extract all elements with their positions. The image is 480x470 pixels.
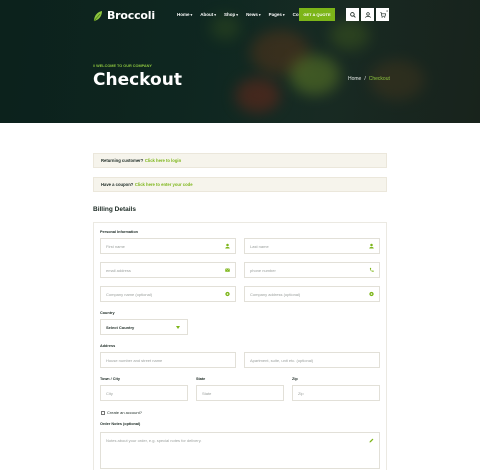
breadcrumb-current: Checkout [368,76,390,82]
personal-info-label: Personal Information [100,230,138,234]
building-icon [369,291,374,297]
nav-item-label: About [200,12,214,17]
dropdown-arrow-icon [176,326,180,329]
account-button[interactable] [361,8,374,21]
envelope-icon [225,268,230,272]
apartment-field[interactable]: Apartment, suite, unit etc. (optional) [244,352,380,368]
leaf-logo-icon [93,10,102,21]
coupon-link[interactable]: Click here to enter your code [135,182,193,187]
returning-customer-notice: Returning customer? Click here to login [93,153,387,168]
page-title: Checkout [93,70,182,90]
order-notes-placeholder: Notes about your order, e.g. special not… [106,438,202,443]
city-field[interactable]: City [100,385,188,401]
state-placeholder: State [202,390,212,396]
company-address-field[interactable]: Company address (optional) [244,286,380,302]
login-link[interactable]: Click here to login [145,158,181,163]
last-name-field[interactable]: Last name [244,238,380,254]
breadcrumb-home-link[interactable]: Home [348,76,361,82]
email-placeholder: email address [106,267,131,273]
zip-label: Zip [292,377,298,381]
street-address-placeholder: House number and street name [106,357,163,363]
zip-field[interactable]: Zip [292,385,380,401]
nav-item-about[interactable]: About ▾ [200,12,216,17]
company-name-placeholder: Company name (optional) [106,291,153,297]
user-icon [369,243,374,249]
first-name-field[interactable]: First name [100,238,236,254]
chevron-down-icon: ▾ [258,12,261,17]
phone-field[interactable]: phone number [244,262,380,278]
order-notes-label: Order Notes (optional) [100,422,141,426]
cart-count-badge: 0 [386,9,388,13]
country-label: Country [100,311,115,315]
state-label: State [196,377,206,381]
logo-text: Broccoli [107,9,155,22]
notice-question: Returning customer? [101,158,144,163]
hero-banner: Broccoli Home ▾ About ▾ Shop ▾ News ▾ Pa… [0,0,480,123]
nav-item-label: Pages [268,12,282,17]
breadcrumb: Home / Checkout [348,76,390,82]
address-label: Address [100,344,116,348]
nav-item-label: Home [177,12,190,17]
user-icon [225,243,230,249]
search-icon [349,11,356,18]
email-field[interactable]: email address [100,262,236,278]
create-account-label: Create an account? [107,410,142,415]
nav-item-shop[interactable]: Shop ▾ [224,12,238,17]
zip-placeholder: Zip [298,390,304,396]
company-address-placeholder: Company address (optional) [250,291,301,297]
user-icon [364,11,371,18]
country-select-value: Select Country [106,324,135,330]
phone-icon [369,267,374,272]
breadcrumb-separator: / [364,76,366,82]
first-name-placeholder: First name [106,243,125,249]
nav-item-pages[interactable]: Pages ▾ [269,12,285,17]
create-account-checkbox[interactable]: Create an account? [101,410,142,415]
coupon-notice: Have a coupon? Click here to enter your … [93,177,387,192]
building-icon [225,291,230,297]
billing-details-title: Billing Details [93,206,136,213]
hero-tagline: // WELCOME TO OUR COMPANY [93,64,152,68]
chevron-down-icon: ▾ [236,12,239,17]
cart-icon [379,11,386,18]
state-field[interactable]: State [196,385,284,401]
order-notes-textarea[interactable]: Notes about your order, e.g. special not… [100,432,380,469]
nav-item-home[interactable]: Home ▾ [177,12,192,17]
nav-item-news[interactable]: News ▾ [246,12,261,17]
nav-item-label: News [246,12,258,17]
cart-button[interactable]: 0 [376,8,389,21]
checkbox-box[interactable] [101,410,105,415]
nav-item-label: Shop [224,12,236,17]
logo[interactable]: Broccoli [92,9,155,22]
pencil-icon [369,438,374,443]
city-placeholder: City [106,390,113,396]
country-select[interactable]: Select Country [100,319,188,335]
phone-placeholder: phone number [250,267,276,273]
search-button[interactable] [346,8,359,21]
main-nav: Home ▾ About ▾ Shop ▾ News ▾ Pages ▾ Con… [177,12,309,17]
notice-question: Have a coupon? [101,182,134,187]
street-address-field[interactable]: House number and street name [100,352,236,368]
get-a-quote-button[interactable]: GET A QUOTE [299,8,335,21]
chevron-down-icon: ▾ [282,12,285,17]
chevron-down-icon: ▾ [190,12,193,17]
last-name-placeholder: Last name [250,243,269,249]
chevron-down-icon: ▾ [214,12,217,17]
apartment-placeholder: Apartment, suite, unit etc. (optional) [250,357,314,363]
company-name-field[interactable]: Company name (optional) [100,286,236,302]
town-label: Town / City [100,377,120,381]
